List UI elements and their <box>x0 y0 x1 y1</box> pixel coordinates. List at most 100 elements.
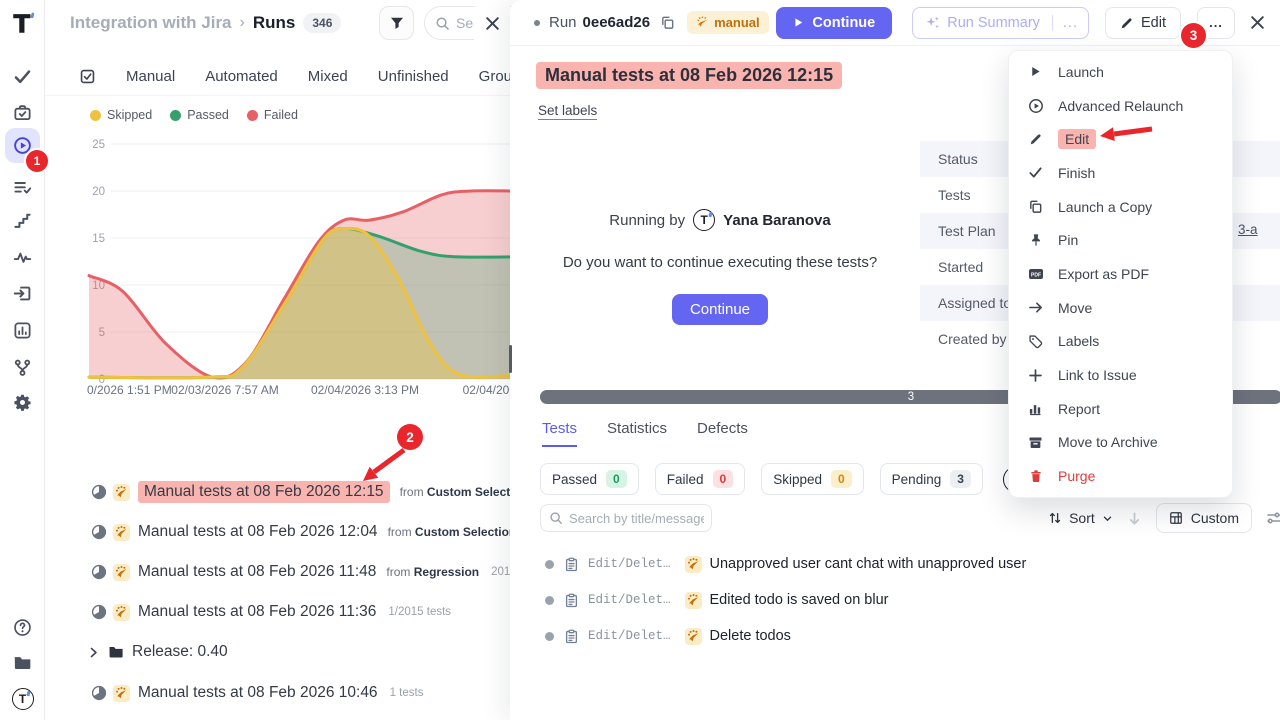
menu-item-launch-a-copy[interactable]: Launch a Copy <box>1009 190 1232 224</box>
legend-item-passed[interactable]: Passed <box>170 108 229 122</box>
filter-chip-failed[interactable]: Failed0 <box>655 463 745 495</box>
progress-count: 3 <box>908 391 914 403</box>
manual-run-icon <box>113 604 130 621</box>
run-list-item[interactable]: Manual tests at 08 Feb 2026 12:04from Cu… <box>45 517 516 547</box>
menu-item-labels[interactable]: Labels <box>1009 325 1232 359</box>
help-icon <box>13 618 32 637</box>
detail-tab-statistics[interactable]: Statistics <box>607 420 667 447</box>
context-menu: LaunchAdvanced RelaunchEditFinishLaunch … <box>1008 50 1233 498</box>
run-meta: 1/2015 tests <box>388 606 451 618</box>
sidebar-item-settings[interactable] <box>5 385 40 420</box>
tests-search <box>540 504 712 532</box>
menu-item-export-as-pdf[interactable]: PDFExport as PDF <box>1009 257 1232 291</box>
run-group-row[interactable]: Release: 0.40 <box>45 637 228 667</box>
test-title: Delete todos <box>710 628 791 644</box>
tab-mixed[interactable]: Mixed <box>308 68 348 85</box>
menu-item-finish[interactable]: Finish <box>1009 156 1232 190</box>
app-logo[interactable] <box>8 8 38 38</box>
test-status-dot <box>545 596 554 605</box>
run-summary-more[interactable]: ... <box>1052 15 1088 31</box>
legend-item-skipped[interactable]: Skipped <box>90 108 152 122</box>
gear-icon <box>13 393 32 412</box>
run-list-item[interactable]: Manual tests at 08 Feb 2026 11:48from Re… <box>45 557 544 587</box>
menu-item-edit[interactable]: Edit <box>1009 122 1232 156</box>
filter-chip-passed[interactable]: Passed0 <box>540 463 639 495</box>
sidebar: T <box>0 0 45 720</box>
menu-item-purge[interactable]: Purge <box>1009 459 1232 493</box>
sidebar-item-pulse[interactable] <box>5 240 40 275</box>
sidebar-item-results[interactable] <box>5 170 40 205</box>
run-progress-icon <box>91 604 107 620</box>
chevron-right-icon[interactable] <box>87 646 100 659</box>
run-list-item[interactable]: Manual tests at 08 Feb 2026 10:461 tests <box>45 678 423 708</box>
edit-button[interactable]: Edit <box>1105 7 1181 39</box>
status-filter-chips: Passed0Failed0Skipped0Pending3T <box>540 463 1030 495</box>
slideout-corner <box>474 0 510 46</box>
scrollbar-thumb[interactable] <box>509 345 512 373</box>
columns-settings-icon[interactable] <box>1266 510 1280 526</box>
sidebar-item-plans[interactable] <box>5 95 40 130</box>
sort-button[interactable]: Sort <box>1048 510 1113 526</box>
sidebar-item-reports[interactable] <box>5 313 40 348</box>
test-row[interactable]: Edit/Delet…Edited todo is saved on blur <box>540 582 1280 618</box>
test-suite: Edit/Delet… <box>588 629 671 643</box>
filter-button[interactable] <box>379 6 414 40</box>
test-row[interactable]: Edit/Delet…Unapproved user cant chat wit… <box>540 546 1280 582</box>
copy-run-id-button[interactable] <box>660 15 675 30</box>
continue-button[interactable]: Continue <box>776 7 892 39</box>
menu-item-advanced-relaunch[interactable]: Advanced Relaunch <box>1009 89 1232 123</box>
menu-item-move[interactable]: Move <box>1009 291 1232 325</box>
menu-item-move-to-archive[interactable]: Move to Archive <box>1009 426 1232 460</box>
menu-item-report[interactable]: Report <box>1009 392 1232 426</box>
tab-manual[interactable]: Manual <box>126 68 175 85</box>
menu-item-pin[interactable]: Pin <box>1009 223 1232 257</box>
continue-run-button[interactable]: Continue <box>672 294 768 325</box>
tests-search-input[interactable] <box>569 511 704 526</box>
tab-automated[interactable]: Automated <box>205 68 278 85</box>
annotation-circle-3: 3 <box>1181 23 1206 48</box>
detail-tab-tests[interactable]: Tests <box>542 420 577 447</box>
manual-spark-icon <box>696 16 709 29</box>
filter-chip-skipped[interactable]: Skipped0 <box>761 463 863 495</box>
chart-square-icon <box>13 321 32 340</box>
set-labels-link[interactable]: Set labels <box>538 103 597 120</box>
sidebar-item-branches[interactable] <box>5 350 40 385</box>
sidebar-item-milestones[interactable] <box>5 203 40 238</box>
legend-item-failed[interactable]: Failed <box>247 108 298 122</box>
sidebar-item-projects[interactable] <box>5 645 40 680</box>
run-list-item[interactable]: Manual tests at 08 Feb 2026 11:361/2015 … <box>45 597 451 627</box>
test-plan-link[interactable]: 3-a <box>1238 222 1258 237</box>
run-title: Manual tests at 08 Feb 2026 12:15 <box>138 481 390 503</box>
detail-tab-defects[interactable]: Defects <box>697 420 748 447</box>
sidebar-item-account[interactable]: T <box>5 681 40 716</box>
test-row[interactable]: Edit/Delet… Delete todos <box>540 618 1280 654</box>
custom-view-button[interactable]: Custom <box>1156 503 1252 533</box>
manual-run-icon <box>113 524 130 541</box>
sidebar-item-help[interactable] <box>5 610 40 645</box>
breadcrumb-project[interactable]: Integration with Jira <box>70 13 232 33</box>
app-root: T Integration with Jira › Runs 346 Manua… <box>0 0 1280 720</box>
run-summary-button[interactable]: Run Summary ... <box>912 7 1089 39</box>
plus-icon <box>1027 367 1044 384</box>
sidebar-item-import[interactable] <box>5 276 40 311</box>
select-all-icon[interactable] <box>79 68 96 85</box>
chevron-down-icon <box>1102 513 1113 524</box>
user-avatar: T <box>12 688 34 710</box>
tab-unfinished[interactable]: Unfinished <box>378 68 449 85</box>
run-detail-header: Run 0ee6ad26 manual Continue Run Summary… <box>510 0 1280 46</box>
runner-name: Yana Baranova <box>723 212 831 229</box>
chip-count: 3 <box>950 470 971 488</box>
panel-close-button[interactable] <box>1249 14 1266 31</box>
menu-item-link-to-issue[interactable]: Link to Issue <box>1009 358 1232 392</box>
sort-direction-icon[interactable] <box>1127 511 1142 526</box>
filter-chip-pending[interactable]: Pending3 <box>880 463 983 495</box>
svg-text:02/04/2026 3:13 PM: 02/04/2026 3:13 PM <box>311 383 419 397</box>
sidebar-item-tests[interactable] <box>5 59 40 94</box>
menu-item-launch[interactable]: Launch <box>1009 55 1232 89</box>
legend-dot <box>170 110 181 121</box>
run-list-item[interactable]: Manual tests at 08 Feb 2026 12:15from Cu… <box>45 477 547 507</box>
run-source: from Regression <box>386 565 479 579</box>
svg-text:02/03/2026 7:57 AM: 02/03/2026 7:57 AM <box>171 383 278 397</box>
test-status-dot <box>545 632 554 641</box>
slideout-close-button[interactable] <box>484 15 501 32</box>
